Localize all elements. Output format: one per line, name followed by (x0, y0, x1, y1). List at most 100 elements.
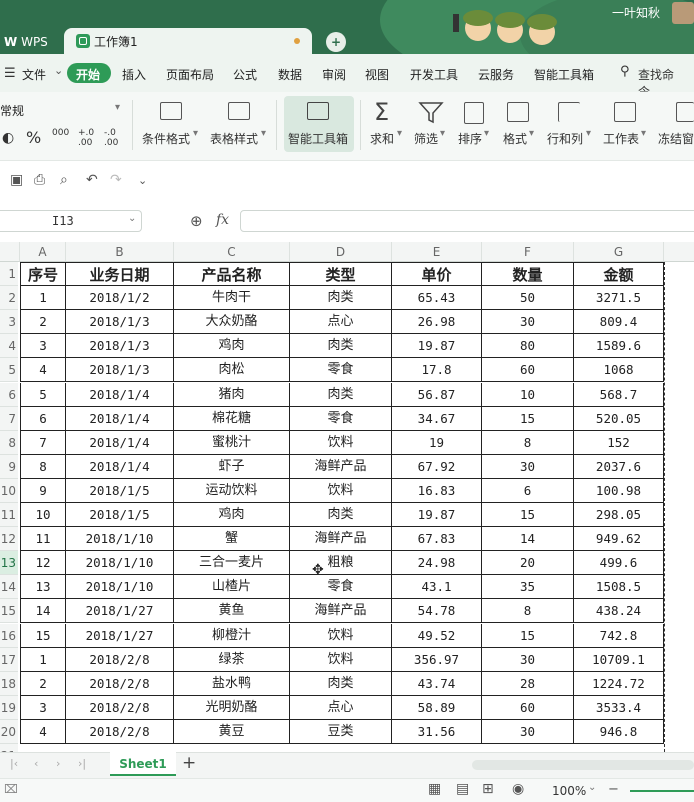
table-cell[interactable]: 13 (20, 575, 66, 600)
row-header[interactable]: 20 (0, 719, 18, 744)
menu-item[interactable]: 视图 (365, 66, 389, 83)
print-icon[interactable]: ⎙ (34, 172, 45, 188)
last-sheet-icon[interactable]: ›| (78, 757, 86, 770)
menu-item[interactable]: 开始 (76, 66, 100, 83)
table-cell[interactable]: 12 (20, 551, 66, 576)
table-cell[interactable]: 2018/2/8 (66, 719, 174, 744)
row-header[interactable]: 10 (0, 478, 18, 503)
menu-item[interactable]: 云服务 (478, 66, 514, 83)
first-sheet-icon[interactable]: |‹ (10, 757, 18, 770)
row-header[interactable]: 6 (0, 382, 18, 407)
menu-item[interactable]: 数据 (278, 66, 302, 83)
thousands-button[interactable]: 000 (52, 128, 69, 138)
print-preview-icon[interactable]: ⌕ (60, 172, 68, 188)
table-cell[interactable]: 298.05 (574, 503, 664, 528)
table-cell[interactable]: 60 (482, 695, 574, 720)
table-cell[interactable]: 438.24 (574, 599, 664, 624)
table-header-cell[interactable]: 数量 (482, 262, 574, 287)
table-cell[interactable]: 1589.6 (574, 334, 664, 359)
table-cell[interactable]: 520.05 (574, 406, 664, 431)
zoom-out-icon[interactable]: − (608, 782, 619, 797)
fx-icon[interactable]: fx (216, 212, 229, 228)
row-header[interactable]: 12 (0, 527, 18, 552)
user-name[interactable]: 一叶知秋 (612, 4, 660, 21)
table-cell[interactable]: 2018/1/3 (66, 358, 174, 383)
avatar[interactable] (672, 2, 694, 24)
table-cell[interactable]: 8 (482, 599, 574, 624)
table-cell[interactable]: 零食 (290, 575, 392, 600)
row-header[interactable]: 7 (0, 406, 18, 431)
table-cell[interactable]: 9 (20, 478, 66, 503)
table-cell[interactable]: 35 (482, 575, 574, 600)
table-cell[interactable]: 肉类 (290, 286, 392, 311)
row-header[interactable]: 2 (0, 286, 18, 311)
table-cell[interactable]: 24.98 (392, 551, 482, 576)
table-cell[interactable]: 1 (20, 647, 66, 672)
name-box[interactable]: I13 ⌄ (0, 210, 142, 232)
table-cell[interactable]: 大众奶酪 (174, 310, 290, 335)
table-cell[interactable]: 光明奶酪 (174, 695, 290, 720)
table-cell[interactable]: 20 (482, 551, 574, 576)
table-cell[interactable]: 黄鱼 (174, 599, 290, 624)
table-cell[interactable]: 鸡肉 (174, 334, 290, 359)
zoom-formula-icon[interactable]: ⊕ (190, 212, 203, 230)
table-cell[interactable]: 10709.1 (574, 647, 664, 672)
new-tab-button[interactable]: + (326, 32, 346, 52)
table-cell[interactable]: 2018/1/5 (66, 503, 174, 528)
customize-icon[interactable]: ⌄ (138, 174, 147, 187)
table-cell[interactable]: 2018/1/5 (66, 478, 174, 503)
sheet-tab[interactable]: Sheet1 (110, 752, 176, 776)
table-cell[interactable]: 1068 (574, 358, 664, 383)
table-cell[interactable]: 1508.5 (574, 575, 664, 600)
row-header[interactable]: 11 (0, 503, 18, 528)
table-cell[interactable]: 8 (482, 430, 574, 455)
table-cell[interactable]: 2018/1/10 (66, 575, 174, 600)
status-icon[interactable]: ⌧ (4, 782, 18, 796)
row-header[interactable]: 1 (0, 262, 18, 287)
table-cell[interactable]: 3 (20, 334, 66, 359)
menu-item[interactable]: 智能工具箱 (534, 66, 594, 83)
row-header[interactable]: 15 (0, 599, 18, 624)
table-cell[interactable]: 16.83 (392, 478, 482, 503)
currency-icon[interactable]: ◐ (2, 130, 14, 146)
row-header[interactable]: 3 (0, 310, 18, 335)
table-cell[interactable]: 10 (20, 503, 66, 528)
table-cell[interactable]: 30 (482, 454, 574, 479)
table-header-cell[interactable]: 类型 (290, 262, 392, 287)
table-cell[interactable]: 2 (20, 671, 66, 696)
column-header[interactable]: D (290, 242, 392, 262)
table-cell[interactable]: 2018/1/4 (66, 382, 174, 407)
table-cell[interactable]: 6 (20, 406, 66, 431)
add-sheet-icon[interactable]: + (182, 753, 196, 773)
worksheet-button[interactable]: 工作表 (603, 130, 639, 147)
table-cell[interactable]: 零食 (290, 358, 392, 383)
table-cell[interactable]: 2018/2/8 (66, 695, 174, 720)
table-cell[interactable]: 15 (482, 406, 574, 431)
table-cell[interactable]: 蟹 (174, 527, 290, 552)
page-layout-icon[interactable]: ▤ (456, 781, 469, 797)
table-cell[interactable]: 17.8 (392, 358, 482, 383)
row-header[interactable]: 4 (0, 334, 18, 359)
table-cell[interactable]: 43.74 (392, 671, 482, 696)
table-cell[interactable]: 3533.4 (574, 695, 664, 720)
format-button[interactable]: 格式 (503, 130, 527, 147)
search-icon[interactable]: ⚲ (620, 64, 630, 79)
table-cell[interactable]: 运动饮料 (174, 478, 290, 503)
column-header-empty[interactable] (664, 242, 694, 262)
document-tab[interactable]: 工作簿1 (64, 28, 312, 54)
horizontal-scrollbar[interactable] (472, 760, 694, 770)
table-cell[interactable]: 1224.72 (574, 671, 664, 696)
column-header[interactable]: G (574, 242, 664, 262)
table-cell[interactable]: 14 (20, 599, 66, 624)
table-cell[interactable]: 30 (482, 719, 574, 744)
table-cell[interactable]: 3 (20, 695, 66, 720)
table-cell[interactable]: 49.52 (392, 623, 482, 648)
table-cell[interactable]: 499.6 (574, 551, 664, 576)
table-cell[interactable]: 31.56 (392, 719, 482, 744)
menu-item[interactable]: 插入 (122, 66, 146, 83)
table-cell[interactable]: 4 (20, 358, 66, 383)
table-cell[interactable]: 2018/1/27 (66, 623, 174, 648)
table-style-button[interactable]: 表格样式 (210, 130, 258, 147)
zoom-slider[interactable] (630, 790, 694, 792)
table-cell[interactable]: 肉类 (290, 382, 392, 407)
